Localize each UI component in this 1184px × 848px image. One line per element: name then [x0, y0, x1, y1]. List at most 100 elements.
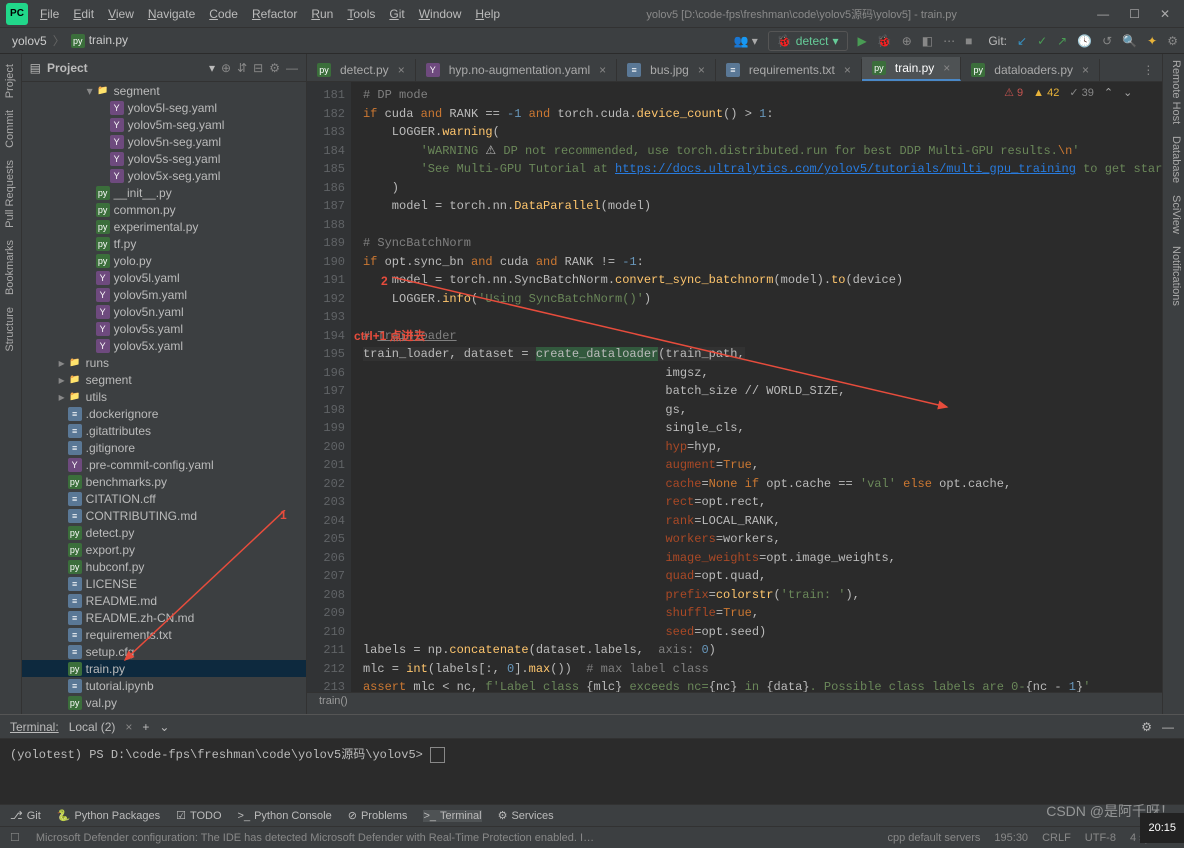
- code-content[interactable]: # DP mode if cuda and RANK == -1 and tor…: [351, 82, 1162, 692]
- tree-item[interactable]: ≡LICENSE: [22, 575, 306, 592]
- stop-icon[interactable]: ■: [965, 34, 972, 48]
- run-config[interactable]: 🐞detect ▾: [768, 31, 848, 51]
- git-rollback-icon[interactable]: ↺: [1102, 34, 1112, 48]
- close-icon[interactable]: ×: [599, 63, 606, 77]
- menu-view[interactable]: View: [102, 5, 140, 23]
- tree-item[interactable]: ≡tutorial.ipynb: [22, 677, 306, 694]
- breadcrumb-fn[interactable]: train(): [307, 692, 1162, 714]
- crumb-file[interactable]: pytrain.py: [65, 31, 134, 50]
- leftbar-pull-requests[interactable]: Pull Requests: [4, 154, 16, 234]
- tree-item[interactable]: ≡README.zh-CN.md: [22, 609, 306, 626]
- rightbar-sciview[interactable]: SciView: [1163, 189, 1184, 240]
- hide-icon[interactable]: —: [286, 61, 298, 75]
- tree-item[interactable]: ≡requirements.txt: [22, 626, 306, 643]
- inspection-status[interactable]: ⚠ 9 ▲ 42 ✓ 39 ⌃⌄: [1004, 86, 1132, 99]
- close-icon[interactable]: ×: [844, 63, 851, 77]
- tree-item[interactable]: pydetect.py: [22, 524, 306, 541]
- tree-item[interactable]: Yyolov5s.yaml: [22, 320, 306, 337]
- settings-icon[interactable]: ⚙: [269, 61, 280, 75]
- ai-icon[interactable]: ✦: [1147, 34, 1157, 48]
- menu-help[interactable]: Help: [469, 5, 506, 23]
- terminal-tab[interactable]: Local (2): [69, 720, 116, 734]
- run-icon[interactable]: ▶: [858, 34, 867, 48]
- more-icon[interactable]: ⋯: [943, 34, 955, 48]
- close-icon[interactable]: ×: [943, 61, 950, 75]
- settings-icon[interactable]: ⚙: [1167, 34, 1178, 48]
- project-tree[interactable]: ▾📁segmentYyolov5l-seg.yamlYyolov5m-seg.y…: [22, 82, 306, 714]
- tab-train.py[interactable]: pytrain.py×: [862, 57, 961, 81]
- tree-item[interactable]: ≡CITATION.cff: [22, 490, 306, 507]
- git-push-icon[interactable]: ↗: [1057, 34, 1067, 48]
- status-item[interactable]: CRLF: [1042, 832, 1071, 844]
- tab-detect.py[interactable]: pydetect.py×: [307, 59, 416, 81]
- tree-item[interactable]: ▾📁segment: [22, 82, 306, 99]
- tree-item[interactable]: ▸📁utils: [22, 388, 306, 405]
- tab-dataloaders.py[interactable]: pydataloaders.py×: [961, 59, 1100, 81]
- tree-item[interactable]: pyexperimental.py: [22, 218, 306, 235]
- search-icon[interactable]: 🔍: [1122, 34, 1137, 48]
- leftbar-structure[interactable]: Structure: [4, 301, 16, 358]
- tree-item[interactable]: pytf.py: [22, 235, 306, 252]
- debug-icon[interactable]: 🐞: [877, 34, 892, 48]
- rightbar-notifications[interactable]: Notifications: [1163, 240, 1184, 312]
- minimize-icon[interactable]: —: [1097, 7, 1109, 21]
- maximize-icon[interactable]: ☐: [1129, 7, 1140, 21]
- git-commit-icon[interactable]: ✓: [1037, 34, 1047, 48]
- coverage-icon[interactable]: ⊕: [902, 34, 912, 48]
- menu-code[interactable]: Code: [203, 5, 244, 23]
- tree-item[interactable]: ≡setup.cfg: [22, 643, 306, 660]
- crumb-project[interactable]: yolov5: [6, 32, 53, 50]
- tree-item[interactable]: ▸📁segment: [22, 371, 306, 388]
- tree-item[interactable]: Yyolov5m.yaml: [22, 286, 306, 303]
- close-icon[interactable]: ×: [398, 63, 405, 77]
- tree-item[interactable]: Yyolov5x-seg.yaml: [22, 167, 306, 184]
- expand-icon[interactable]: ⇵: [237, 61, 247, 75]
- menu-edit[interactable]: Edit: [67, 5, 100, 23]
- leftbar-project[interactable]: Project: [4, 58, 16, 104]
- terminal-dropdown[interactable]: ⌄: [159, 720, 169, 734]
- tree-item[interactable]: Yyolov5x.yaml: [22, 337, 306, 354]
- status-item[interactable]: UTF-8: [1085, 832, 1116, 844]
- git-update-icon[interactable]: ↙: [1017, 34, 1027, 48]
- bottombar-services[interactable]: ⚙Services: [498, 809, 554, 822]
- terminal-hide-icon[interactable]: —: [1162, 720, 1174, 734]
- tree-item[interactable]: pybenchmarks.py: [22, 473, 306, 490]
- bottombar-python-console[interactable]: >_Python Console: [238, 810, 332, 822]
- menu-tools[interactable]: Tools: [341, 5, 381, 23]
- tree-item[interactable]: ≡CONTRIBUTING.md: [22, 507, 306, 524]
- collapse-icon[interactable]: ⊟: [253, 61, 263, 75]
- menu-run[interactable]: Run: [305, 5, 339, 23]
- bottombar-todo[interactable]: ☑TODO: [176, 809, 221, 822]
- tree-item[interactable]: Yyolov5n.yaml: [22, 303, 306, 320]
- rightbar-remote-host[interactable]: Remote Host: [1163, 54, 1184, 130]
- close-icon[interactable]: ×: [698, 63, 705, 77]
- menu-refactor[interactable]: Refactor: [246, 5, 303, 23]
- status-item[interactable]: 195:30: [994, 832, 1028, 844]
- tab-hyp.no-augmentation.yaml[interactable]: Yhyp.no-augmentation.yaml×: [416, 59, 617, 81]
- bottombar-terminal[interactable]: >_Terminal: [423, 810, 481, 822]
- menu-git[interactable]: Git: [383, 5, 410, 23]
- tree-item[interactable]: pycommon.py: [22, 201, 306, 218]
- terminal-add[interactable]: +: [142, 720, 149, 734]
- tree-item[interactable]: pyval.py: [22, 694, 306, 711]
- tree-item[interactable]: py__init__.py: [22, 184, 306, 201]
- git-history-icon[interactable]: 🕓: [1077, 34, 1092, 48]
- tree-item[interactable]: Yyolov5s-seg.yaml: [22, 150, 306, 167]
- menu-file[interactable]: File: [34, 5, 65, 23]
- menu-window[interactable]: Window: [413, 5, 468, 23]
- select-opened-icon[interactable]: ⊕: [221, 61, 231, 75]
- tab-requirements.txt[interactable]: ≡requirements.txt×: [716, 59, 862, 81]
- bottombar-problems[interactable]: ⊘Problems: [348, 809, 408, 822]
- code-area[interactable]: ⚠ 9 ▲ 42 ✓ 39 ⌃⌄ 181 182 183 184 185 186…: [307, 82, 1162, 692]
- terminal-close-tab[interactable]: ×: [125, 720, 132, 734]
- tree-item[interactable]: ≡README.md: [22, 592, 306, 609]
- bottombar-git[interactable]: ⎇Git: [10, 809, 41, 822]
- close-icon[interactable]: ×: [1082, 63, 1089, 77]
- tree-item[interactable]: Y.pre-commit-config.yaml: [22, 456, 306, 473]
- leftbar-commit[interactable]: Commit: [4, 104, 16, 154]
- menu-navigate[interactable]: Navigate: [142, 5, 201, 23]
- tree-item[interactable]: Yyolov5m-seg.yaml: [22, 116, 306, 133]
- tab-bus.jpg[interactable]: ≡bus.jpg×: [617, 59, 716, 81]
- profile-icon[interactable]: ◧: [922, 34, 933, 48]
- dropdown-icon[interactable]: ▾: [209, 61, 215, 75]
